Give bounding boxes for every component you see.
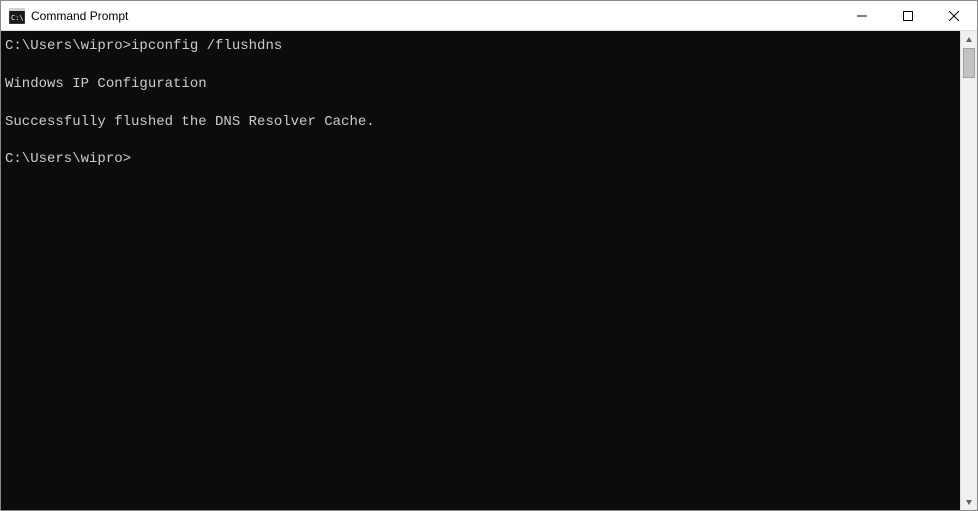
maximize-button[interactable] bbox=[885, 1, 931, 30]
terminal-line: C:\Users\wipro>ipconfig /flushdns bbox=[5, 37, 956, 56]
window-controls bbox=[839, 1, 977, 30]
prompt-text: C:\Users\wipro> bbox=[5, 151, 131, 167]
terminal-line: Successfully flushed the DNS Resolver Ca… bbox=[5, 113, 956, 132]
titlebar[interactable]: C:\ Command Prompt bbox=[1, 1, 977, 31]
cmd-icon: C:\ bbox=[9, 8, 25, 24]
scroll-thumb[interactable] bbox=[963, 48, 975, 78]
scroll-down-arrow-icon[interactable] bbox=[961, 493, 977, 510]
terminal-area: C:\Users\wipro>ipconfig /flushdnsWindows… bbox=[1, 31, 977, 510]
scroll-up-arrow-icon[interactable] bbox=[961, 31, 977, 48]
terminal-blank bbox=[5, 94, 956, 113]
terminal-blank bbox=[5, 131, 956, 150]
minimize-button[interactable] bbox=[839, 1, 885, 30]
vertical-scrollbar[interactable] bbox=[960, 31, 977, 510]
titlebar-left: C:\ Command Prompt bbox=[1, 8, 128, 24]
window-title: Command Prompt bbox=[31, 9, 128, 23]
terminal-line: Windows IP Configuration bbox=[5, 75, 956, 94]
prompt-text: C:\Users\wipro> bbox=[5, 38, 131, 54]
terminal-output[interactable]: C:\Users\wipro>ipconfig /flushdnsWindows… bbox=[1, 31, 960, 510]
terminal-line: C:\Users\wipro> bbox=[5, 150, 956, 169]
svg-text:C:\: C:\ bbox=[11, 14, 24, 22]
close-button[interactable] bbox=[931, 1, 977, 30]
command-text: ipconfig /flushdns bbox=[131, 38, 282, 54]
terminal-blank bbox=[5, 56, 956, 75]
